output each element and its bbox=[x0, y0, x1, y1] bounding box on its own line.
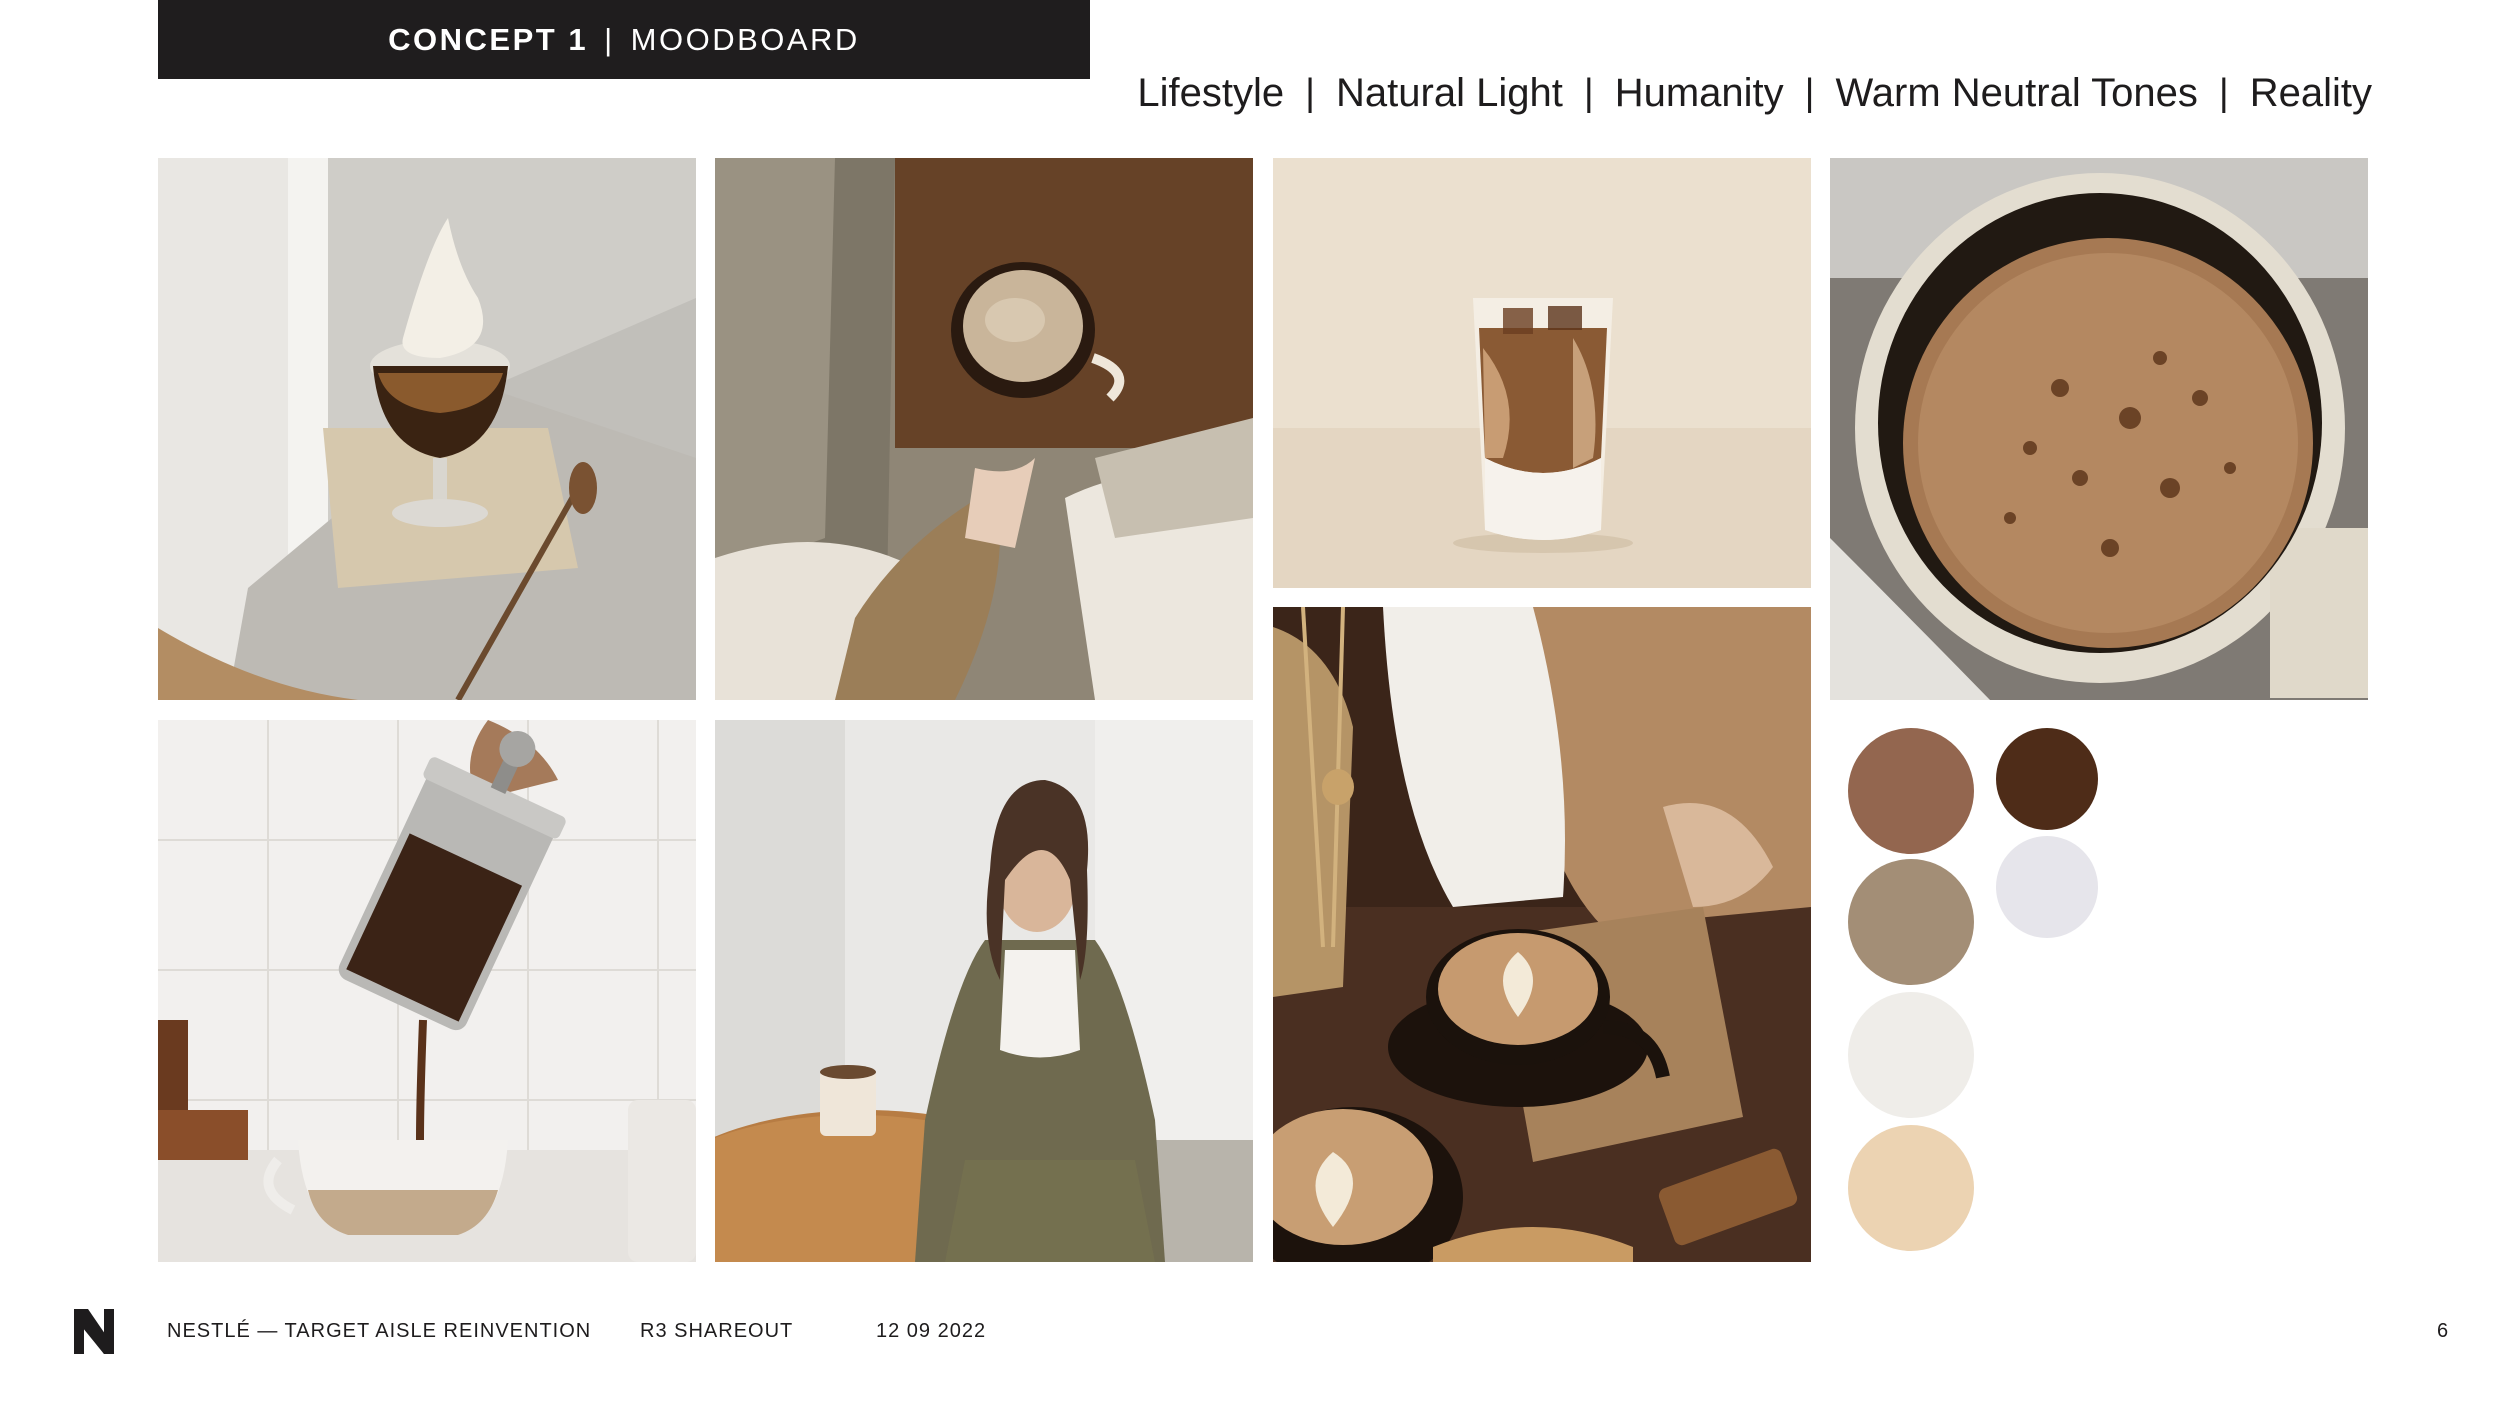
keyword-separator: | bbox=[1305, 71, 1316, 114]
swatch-off-white bbox=[1848, 992, 1974, 1118]
keyword-list: Lifestyle | Natural Light | Humanity | W… bbox=[1137, 64, 2372, 122]
title-separator: | bbox=[604, 21, 615, 57]
concept-label: CONCEPT 1 bbox=[388, 21, 589, 57]
swatch-lavender-white bbox=[1996, 836, 2098, 938]
keyword-warm-neutral-tones: Warm Neutral Tones bbox=[1835, 70, 2198, 115]
keyword-humanity: Humanity bbox=[1614, 70, 1784, 115]
keyword-reality: Reality bbox=[2249, 70, 2372, 115]
woman-seated-image bbox=[715, 720, 1253, 1262]
french-press-pour-image bbox=[158, 720, 696, 1262]
title-bar: CONCEPT 1 | MOODBOARD bbox=[158, 0, 1090, 79]
coffee-mug-in-hand-image bbox=[715, 158, 1253, 700]
keyword-separator: | bbox=[1804, 71, 1815, 114]
swatch-brown bbox=[1848, 728, 1974, 854]
page-number: 6 bbox=[2437, 1320, 2450, 1342]
affogato-dessert-image bbox=[158, 158, 696, 700]
moodboard-label: MOODBOARD bbox=[630, 21, 860, 57]
swatch-dark-brown bbox=[1996, 728, 2098, 830]
keyword-natural-light: Natural Light bbox=[1336, 70, 1563, 115]
keyword-lifestyle: Lifestyle bbox=[1137, 70, 1285, 115]
keyword-separator: | bbox=[2218, 71, 2229, 114]
iced-latte-image bbox=[1273, 158, 1811, 588]
footer-project: NESTLÉ — TARGET AISLE REINVENTION bbox=[167, 1320, 592, 1342]
latte-art-table-image bbox=[1273, 607, 1811, 1262]
swatch-taupe bbox=[1848, 859, 1974, 985]
frothy-coffee-cup-image bbox=[1830, 158, 2368, 700]
footer-phase: R3 SHAREOUT bbox=[640, 1320, 794, 1342]
keyword-separator: | bbox=[1583, 71, 1594, 114]
nestle-logo-icon bbox=[74, 1309, 114, 1354]
swatch-peach bbox=[1848, 1125, 1974, 1251]
footer-date: 12 09 2022 bbox=[876, 1320, 987, 1342]
